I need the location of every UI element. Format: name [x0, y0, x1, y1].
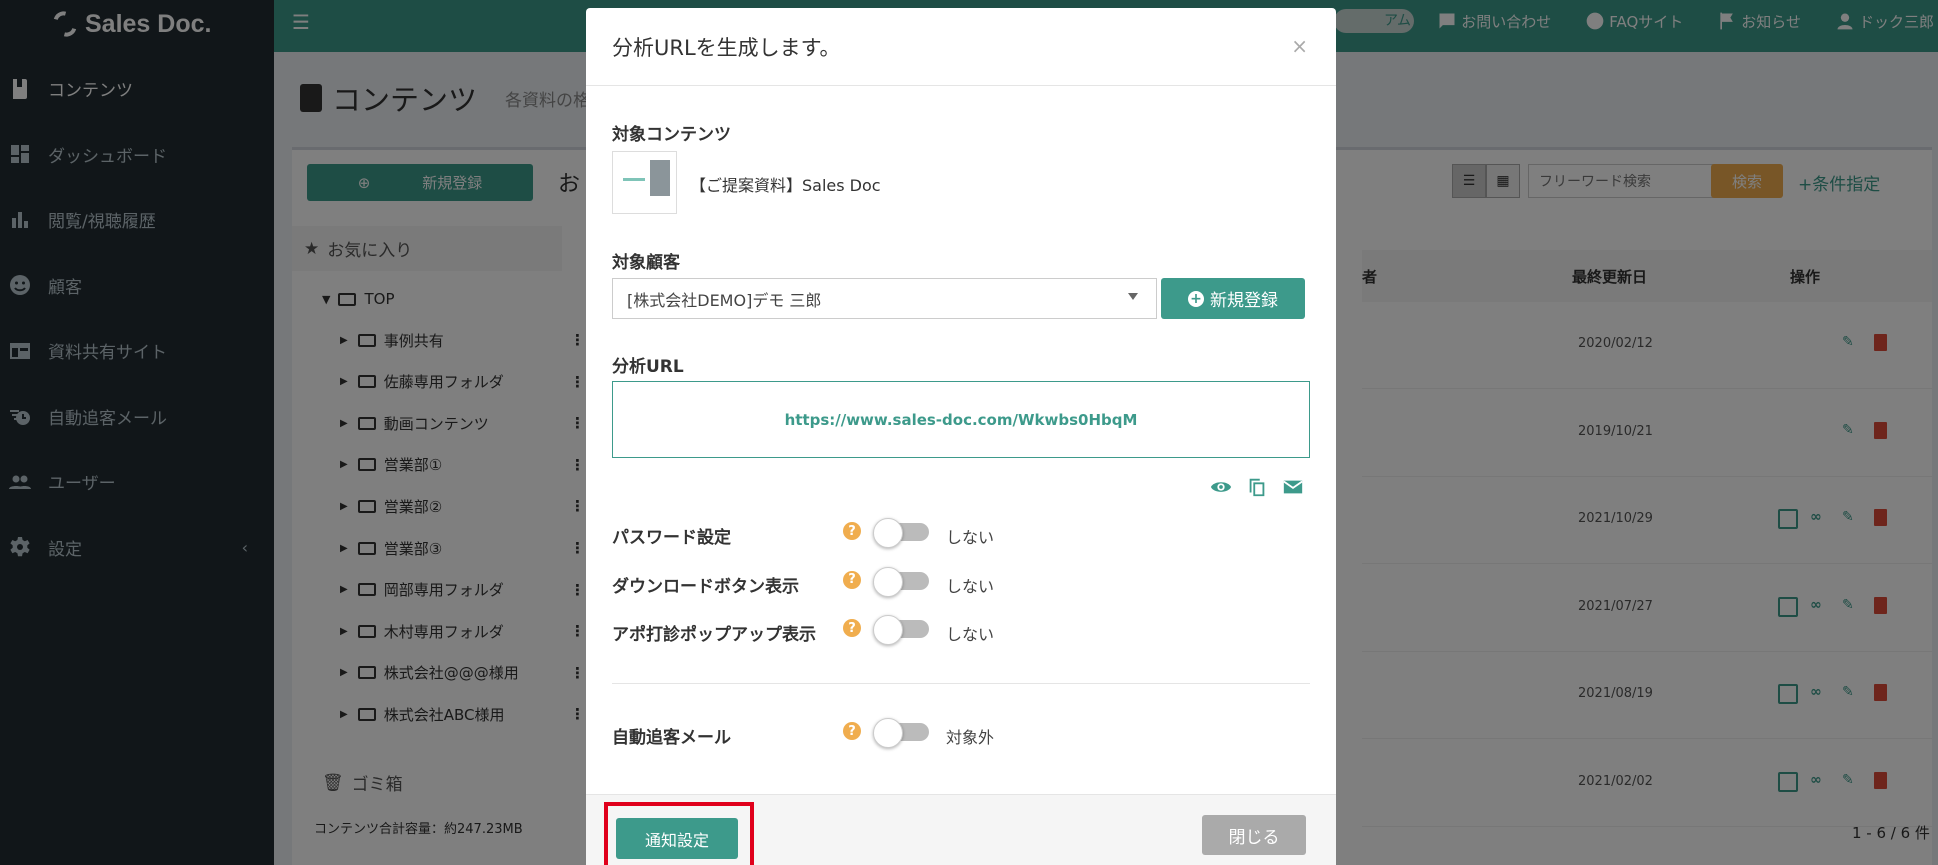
option-toggle[interactable] — [873, 615, 929, 645]
divider — [612, 683, 1310, 684]
content-name: 【ご提案資料】Sales Doc — [690, 176, 881, 195]
help-icon[interactable]: ? — [843, 722, 861, 740]
target-content-label: 対象コンテンツ — [612, 125, 731, 145]
generate-url-modal: 分析URLを生成します。 × 対象コンテンツ 【ご提案資料】Sales Doc … — [586, 8, 1336, 865]
plus-circle-icon: + — [1188, 290, 1204, 307]
analysis-url-box[interactable]: https://www.sales-doc.com/Wkwbs0HbqM — [612, 381, 1310, 458]
target-customer-label: 対象顧客 — [612, 253, 680, 273]
url-actions — [1210, 476, 1304, 498]
analysis-url-label: 分析URL — [612, 357, 684, 377]
help-icon[interactable]: ? — [843, 570, 861, 589]
modal-title: 分析URLを生成します。 — [612, 35, 841, 60]
option-value: しない — [946, 528, 995, 547]
option-value: しない — [946, 625, 995, 644]
new-customer-label: 新規登録 — [1210, 291, 1278, 311]
customer-select-value: [株式会社DEMO]デモ 三郎 — [627, 290, 822, 310]
close-button-label: 閉じる — [1228, 827, 1280, 848]
close-button[interactable]: 閉じる — [1202, 815, 1306, 855]
option-label: ダウンロードボタン表示 — [612, 576, 799, 597]
modal-header: 分析URLを生成します。 × — [586, 8, 1336, 86]
option-value: しない — [946, 576, 995, 596]
content-thumbnail — [612, 151, 677, 214]
mail-icon[interactable] — [1282, 476, 1304, 498]
close-icon[interactable]: × — [1291, 34, 1308, 58]
auto-mail-label: 自動追客メール — [612, 728, 731, 748]
option-toggle[interactable] — [873, 518, 929, 548]
option-toggle[interactable] — [873, 566, 929, 597]
copy-icon[interactable] — [1246, 476, 1268, 498]
option-label: アポ打診ポップアップ表示 — [612, 625, 816, 645]
modal-footer: 通知設定 閉じる — [586, 794, 1336, 865]
eye-icon[interactable] — [1210, 476, 1232, 498]
highlight-box — [604, 802, 754, 865]
analysis-url-link[interactable]: https://www.sales-doc.com/Wkwbs0HbqM — [785, 411, 1138, 429]
help-icon[interactable]: ? — [843, 522, 861, 540]
auto-mail-value: 対象外 — [946, 728, 995, 747]
auto-mail-toggle[interactable] — [873, 718, 929, 748]
help-icon[interactable]: ? — [843, 619, 861, 637]
option-label: パスワード設定 — [612, 528, 731, 548]
customer-select[interactable]: [株式会社DEMO]デモ 三郎 — [612, 278, 1157, 319]
caret-down-icon — [1128, 293, 1138, 300]
new-customer-button[interactable]: + 新規登録 — [1161, 278, 1305, 319]
